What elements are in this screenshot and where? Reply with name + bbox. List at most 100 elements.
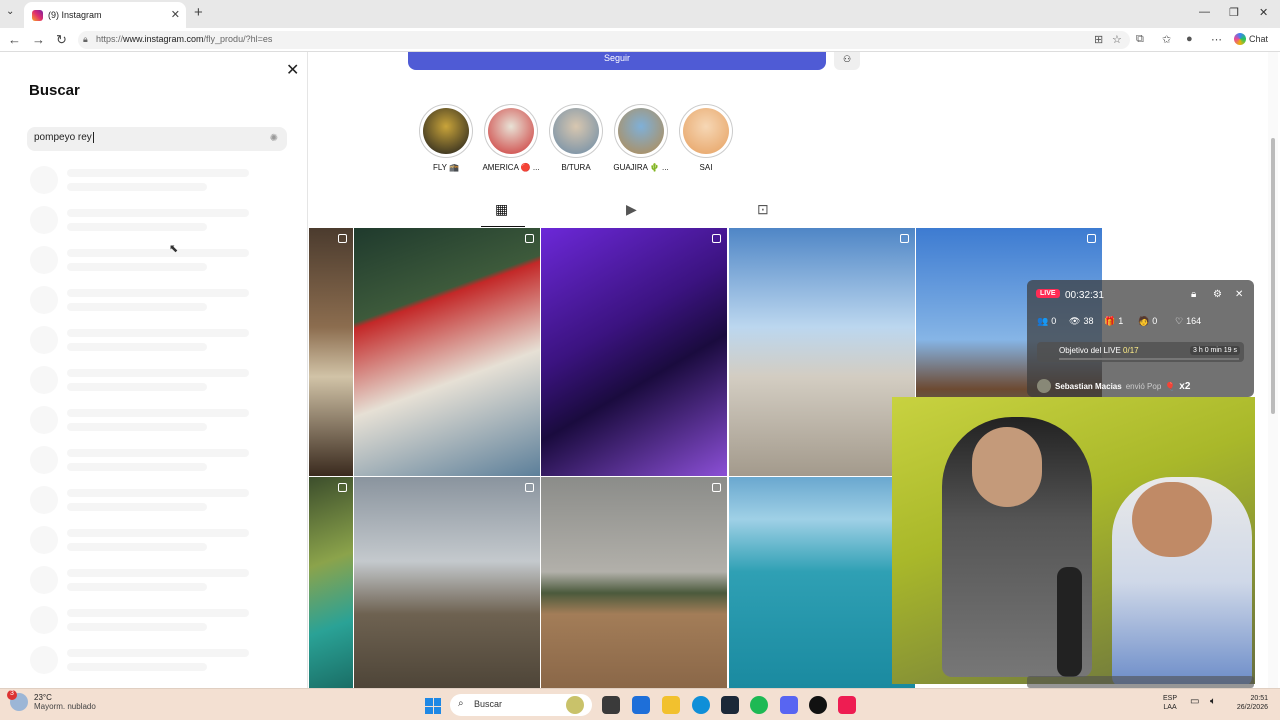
weather-widget[interactable]: 3 23°C Mayorm. nublado — [7, 690, 96, 711]
network-icon[interactable]: ▭ — [1190, 697, 1199, 707]
follow-button[interactable]: Seguir — [408, 52, 826, 70]
gift-user-avatar — [1037, 379, 1051, 393]
goal-progress: 0/17 — [1123, 346, 1139, 355]
task-view-icon[interactable] — [602, 696, 620, 714]
search-result-skeleton — [30, 286, 280, 316]
live-goal-bar: Objetivo del LIVE 0/17 3 h 0 min 19 s — [1037, 342, 1244, 362]
obs-icon[interactable] — [809, 696, 827, 714]
lock-icon: 🔒︎ — [83, 34, 88, 44]
post-dry-plains[interactable] — [541, 477, 727, 688]
post-jet-ski[interactable] — [729, 477, 915, 688]
restore-icon[interactable]: ❐ — [1229, 6, 1239, 19]
profile-avatar-icon[interactable]: ● — [1186, 33, 1193, 45]
volume-icon[interactable]: 🔈︎ — [1210, 697, 1216, 707]
tab-list-chevron-icon[interactable]: ⌄ — [6, 6, 14, 17]
windows-taskbar: 3 23°C Mayorm. nublado ⌕ Buscar ESP LAA … — [0, 688, 1280, 720]
language-indicator[interactable]: ESP LAA — [1163, 694, 1177, 712]
story-highlight[interactable]: SAI — [676, 104, 736, 172]
clock[interactable]: 20:51 26/2/2026 — [1228, 694, 1268, 712]
lock-icon[interactable]: 🔒︎ — [1191, 289, 1196, 300]
search-result-skeleton — [30, 326, 280, 356]
live-stat-value: 1 — [1118, 316, 1124, 326]
live-stat-value: 164 — [1186, 316, 1202, 326]
tab-reels-icon[interactable]: ▶︎ — [626, 201, 637, 218]
tab-instagram[interactable]: (9) Instagram ✕ — [24, 2, 186, 28]
search-result-skeleton — [30, 446, 280, 476]
highlight-cover — [488, 108, 534, 154]
scrollbar-thumb[interactable] — [1271, 138, 1275, 414]
highlight-label: B/TURA — [561, 163, 591, 172]
story-highlight[interactable]: AMERICA 🔴 ... — [481, 104, 541, 172]
live-stat: ♡ 164 — [1175, 316, 1201, 327]
tab-tagged-icon[interactable]: ⊡ — [757, 201, 769, 218]
minimize-icon[interactable]: — — [1199, 6, 1210, 18]
spotify-icon[interactable] — [750, 696, 768, 714]
url-field[interactable]: 🔒︎ https://www.instagram.com/fly_produ/?… — [78, 31, 1130, 49]
post-man-red-cap[interactable] — [354, 228, 540, 476]
url-domain: www.instagram.com — [123, 34, 204, 44]
close-overlay-icon[interactable]: ✕ — [1235, 289, 1243, 300]
lang-secondary: LAA — [1163, 704, 1177, 711]
post-quad-bikes[interactable] — [354, 477, 540, 688]
tiktok-icon[interactable] — [838, 696, 856, 714]
edge-browser-icon[interactable] — [692, 696, 710, 714]
copilot-icon — [1234, 33, 1246, 45]
favorite-star-icon[interactable]: ☆ — [1112, 33, 1122, 46]
file-explorer-icon[interactable] — [662, 696, 680, 714]
settings-gear-icon[interactable]: ⚙ — [1213, 289, 1222, 300]
live-stat: 👥 0 — [1037, 316, 1056, 327]
highlight-cover — [423, 108, 469, 154]
highlight-ring — [484, 104, 538, 158]
new-tab-icon[interactable]: + — [194, 4, 203, 21]
discord-icon[interactable] — [780, 696, 798, 714]
weather-icon: 3 — [7, 690, 28, 711]
more-menu-icon[interactable]: ⋯ — [1211, 33, 1222, 46]
post-sea-edge-1[interactable] — [309, 228, 353, 476]
story-highlight[interactable]: FLY 🕋 — [416, 104, 476, 172]
close-search-icon[interactable]: ✕ — [286, 60, 299, 80]
loading-spinner-icon: ✺ — [269, 133, 278, 144]
windows-start-icon[interactable] — [425, 698, 441, 714]
temperature: 23°C — [34, 693, 52, 702]
extensions-icon[interactable]: ⧉ — [1136, 33, 1144, 46]
instagram-favicon-icon — [32, 9, 43, 21]
live-badge: LIVE — [1036, 289, 1060, 298]
store-icon[interactable] — [632, 696, 650, 714]
search-highlight-icon[interactable] — [566, 696, 584, 714]
search-panel: Buscar ✕ pompeyo rey ✺ — [0, 52, 308, 688]
search-input[interactable]: pompeyo rey ✺ — [27, 127, 287, 151]
story-highlight[interactable]: GUAJIRA 🌵 ... — [611, 104, 671, 172]
goal-label: Objetivo del LIVE — [1059, 346, 1121, 355]
search-result-skeleton — [30, 606, 280, 636]
multi-post-icon — [525, 234, 534, 243]
url-path: /fly_produ/?hl=es — [203, 34, 273, 44]
lang-primary: ESP — [1163, 695, 1178, 702]
suggest-users-button[interactable]: ⚇ — [834, 52, 860, 70]
search-result-skeleton — [30, 246, 280, 276]
favorites-icon[interactable]: ✩ — [1162, 33, 1171, 46]
page-scrollbar[interactable] — [1268, 52, 1278, 688]
steam-icon[interactable] — [721, 696, 739, 714]
search-result-skeleton — [30, 166, 280, 196]
live-stat-icon: 🧑 — [1138, 316, 1150, 326]
highlight-label: GUAJIRA 🌵 ... — [613, 163, 669, 172]
post-sea-edge-2[interactable] — [309, 477, 353, 688]
window-close-icon[interactable]: ✕ — [1259, 6, 1268, 19]
post-man-on-rocks[interactable] — [729, 228, 915, 476]
forward-icon[interactable]: → — [32, 32, 45, 47]
back-icon[interactable]: ← — [8, 32, 21, 47]
copilot-chat-button[interactable]: Chat — [1234, 33, 1268, 45]
url-prefix: https:// — [96, 34, 124, 44]
clock-time: 20:51 — [1250, 695, 1268, 702]
multi-post-icon — [900, 234, 909, 243]
search-query: pompeyo rey — [34, 132, 92, 143]
highlight-cover — [683, 108, 729, 154]
post-purple-selfie[interactable] — [541, 228, 727, 476]
refresh-icon[interactable]: ↻ — [56, 32, 67, 48]
story-highlight[interactable]: B/TURA — [546, 104, 606, 172]
close-tab-icon[interactable]: ✕ — [171, 8, 180, 21]
live-stat: 🎁 1 — [1104, 316, 1123, 327]
tab-posts-grid-icon[interactable]: ▦ — [495, 201, 508, 218]
app-available-icon[interactable]: ⊞ — [1094, 33, 1103, 46]
gift-notification: Sebastian Macias envió Pop 🎈 x2 — [1037, 379, 1190, 393]
